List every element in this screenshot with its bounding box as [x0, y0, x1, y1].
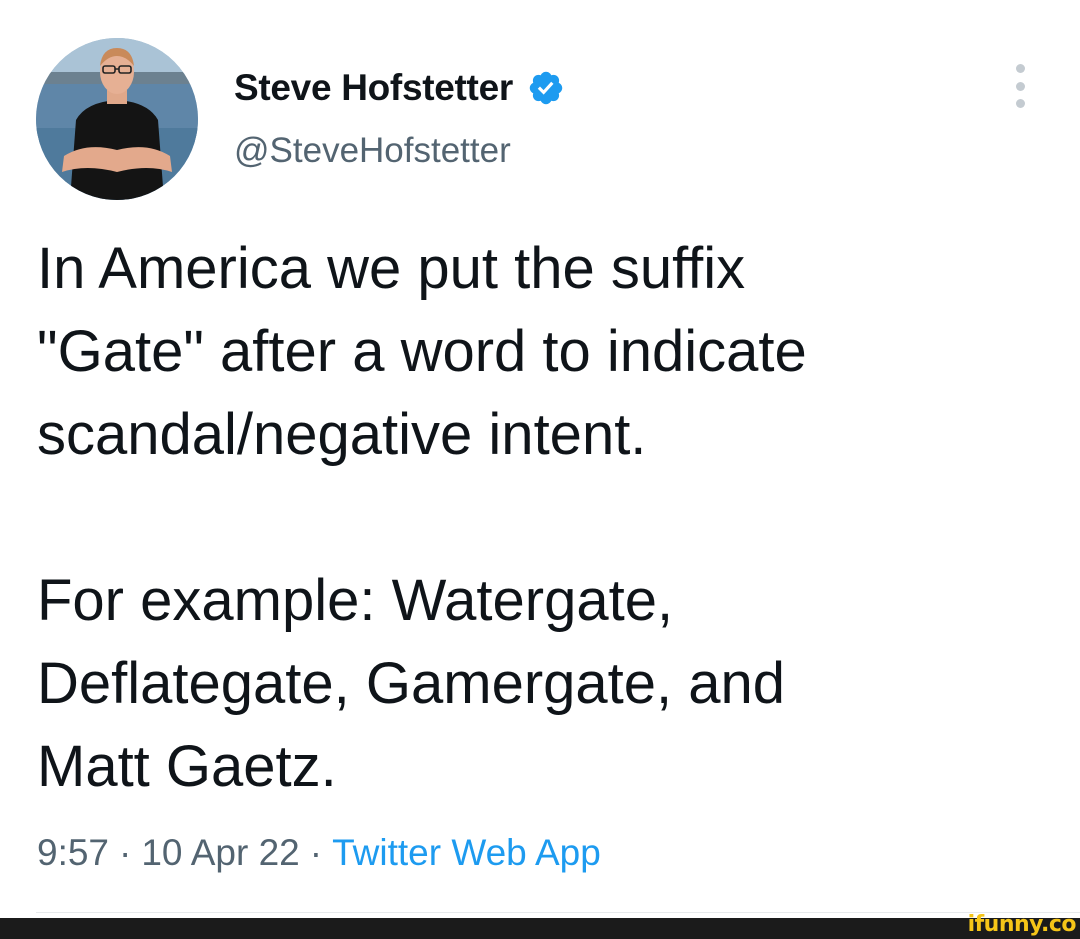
tweet-date[interactable]: 10 Apr 22	[141, 832, 299, 873]
meta-separator: ·	[119, 832, 132, 873]
more-dot	[1015, 81, 1025, 91]
avatar[interactable]	[36, 38, 198, 200]
divider	[36, 912, 1080, 913]
tweet-paragraph: For example: Watergate, Deflategate, Gam…	[37, 568, 786, 799]
author-handle[interactable]: @SteveHofstetter	[234, 131, 511, 171]
more-options-icon[interactable]	[1008, 64, 1032, 108]
meta-separator: ·	[309, 832, 323, 873]
verified-badge-icon	[527, 69, 565, 107]
tweet-meta: 9:57 · 10 Apr 22 · Twitter Web App	[37, 832, 601, 874]
ifunny-watermark: ifunny.co	[967, 912, 1077, 937]
more-dot	[1015, 99, 1025, 108]
tweet-text: In America we put the suffix "Gate" afte…	[37, 227, 1047, 808]
author-display-name[interactable]: Steve Hofstetter	[234, 67, 513, 109]
tweet-time[interactable]: 9:57	[37, 832, 109, 873]
tweet-source-link[interactable]: Twitter Web App	[332, 832, 601, 873]
author-name-row: Steve Hofstetter	[234, 66, 565, 110]
bottom-bar	[0, 918, 1080, 939]
more-dot	[1015, 64, 1025, 73]
tweet-paragraph: In America we put the suffix "Gate" afte…	[37, 236, 807, 467]
